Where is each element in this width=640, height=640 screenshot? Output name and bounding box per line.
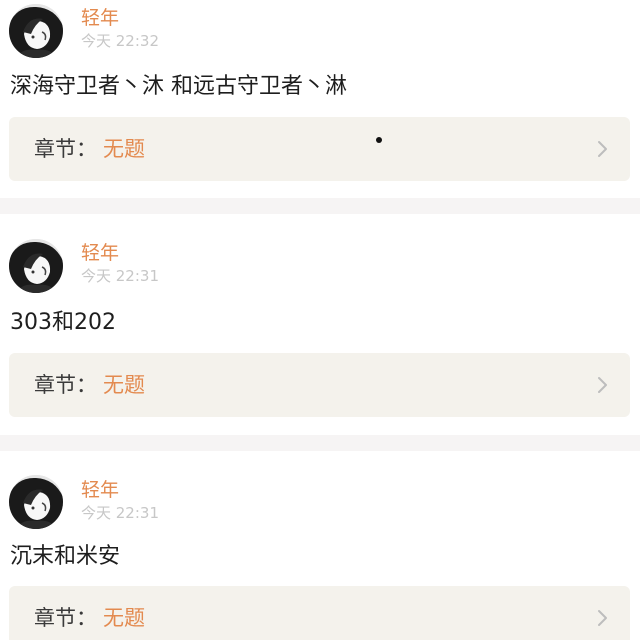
- post-content: 303和202: [10, 310, 116, 335]
- post-item: 轻年 今天 22:31 303和202 章节： 无题: [0, 215, 640, 435]
- post-item: 轻年 今天 22:31 沉末和米安 章节： 无题: [0, 451, 640, 640]
- chapter-label: 章节：: [34, 606, 97, 630]
- chapter-title: 无题: [103, 606, 145, 630]
- anime-avatar-icon: [9, 475, 63, 529]
- username[interactable]: 轻年: [81, 479, 119, 501]
- post-divider: [0, 198, 640, 214]
- chapter-label: 章节：: [34, 137, 97, 161]
- post-timestamp: 今天 22:32: [81, 32, 159, 50]
- chapter-link[interactable]: 章节： 无题: [9, 117, 630, 181]
- chevron-right-icon: [598, 377, 607, 393]
- post-item: 轻年 今天 22:32 深海守卫者丶沐 和远古守卫者丶淋 章节： 无题: [0, 0, 640, 198]
- chapter-link[interactable]: 章节： 无题: [9, 353, 630, 417]
- chapter-title: 无题: [103, 137, 145, 161]
- post-content: 深海守卫者丶沐 和远古守卫者丶淋: [10, 74, 347, 99]
- stray-dot: [376, 137, 382, 143]
- anime-avatar-icon: [9, 239, 63, 293]
- post-divider: [0, 435, 640, 451]
- user-avatar[interactable]: [9, 239, 63, 293]
- chevron-right-icon: [598, 141, 607, 157]
- chapter-title: 无题: [103, 373, 145, 397]
- post-timestamp: 今天 22:31: [81, 267, 159, 285]
- post-timestamp: 今天 22:31: [81, 504, 159, 522]
- user-avatar[interactable]: [9, 4, 63, 58]
- chapter-link[interactable]: 章节： 无题: [9, 586, 630, 640]
- anime-avatar-icon: [9, 4, 63, 58]
- username[interactable]: 轻年: [81, 242, 119, 264]
- post-feed: 轻年 今天 22:32 深海守卫者丶沐 和远古守卫者丶淋 章节： 无题 轻年 今…: [0, 0, 640, 640]
- chapter-label: 章节：: [34, 373, 97, 397]
- chevron-right-icon: [598, 610, 607, 626]
- username[interactable]: 轻年: [81, 7, 119, 29]
- user-avatar[interactable]: [9, 475, 63, 529]
- post-content: 沉末和米安: [10, 544, 121, 569]
